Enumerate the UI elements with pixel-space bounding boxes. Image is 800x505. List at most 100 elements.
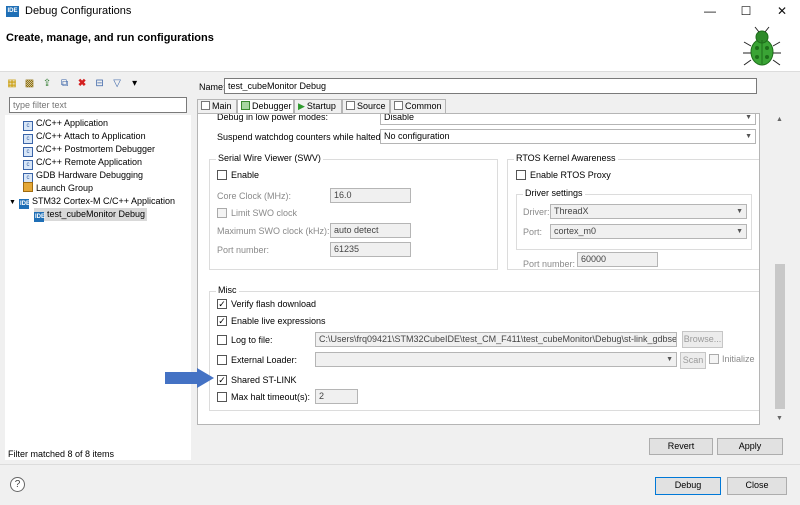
scrollbar-thumb[interactable] (775, 264, 785, 409)
swv-port-label: Port number: (217, 245, 270, 255)
shared-stlink-label: Shared ST-LINK (231, 375, 297, 385)
config-toolbar: ▦ ▩ ⇪ ⧉ ✖ ⊟ ▽ ▾ (6, 78, 144, 92)
tree-item[interactable]: Launch Group (23, 182, 93, 195)
main-tab-icon (201, 101, 210, 110)
log-to-file-checkbox[interactable] (217, 335, 227, 345)
name-label: Name: (199, 82, 226, 92)
debug-low-power-select[interactable]: Disable ▼ (380, 114, 756, 125)
swv-enable-checkbox[interactable] (217, 170, 227, 180)
max-halt-field[interactable]: 2 (315, 389, 358, 404)
driver-select[interactable]: ThreadX ▼ (550, 204, 747, 219)
help-icon[interactable]: ? (10, 477, 25, 492)
driver-settings-group: Driver settings (516, 188, 752, 250)
chevron-down-icon[interactable]: ▼ (9, 199, 16, 206)
chevron-down-icon: ▼ (745, 114, 752, 121)
tab-startup[interactable]: ▶ Startup (294, 99, 342, 114)
shared-stlink-checkbox[interactable]: ✓ (217, 375, 227, 385)
apply-button[interactable]: Apply (717, 438, 783, 455)
swv-enable-label: Enable (231, 170, 260, 180)
log-to-file-label: Log to file: (231, 335, 273, 345)
rtos-port-number-label: Port number: (523, 259, 576, 269)
limit-swo-checkbox[interactable] (217, 208, 227, 218)
max-swo-label: Maximum SWO clock (kHz): (217, 226, 330, 236)
external-loader-select[interactable]: ▼ (315, 352, 677, 367)
collapse-all-icon[interactable]: ⊟ (94, 78, 106, 90)
ide-icon: IDE (18, 199, 30, 209)
close-icon[interactable]: ✕ (772, 2, 792, 20)
driver-label: Driver: (523, 207, 550, 217)
live-expressions-label: Enable live expressions (231, 316, 326, 326)
filter-icon[interactable]: ▽ (111, 78, 123, 90)
tree-item[interactable]: c C/C++ Attach to Application (23, 130, 146, 144)
close-button[interactable]: Close (727, 477, 787, 495)
max-halt-label: Max halt timeout(s): (231, 392, 311, 402)
log-path-field[interactable]: C:\Users\frq09421\STM32CubeIDE\test_CM_F… (315, 332, 677, 347)
debug-button[interactable]: Debug (655, 477, 721, 495)
rtos-port-number-field[interactable]: 60000 (577, 252, 658, 267)
rtos-group-title: RTOS Kernel Awareness (514, 153, 618, 163)
dialog-header: Create, manage, and run configurations (0, 24, 800, 72)
tab-debugger[interactable]: Debugger (237, 99, 294, 114)
tree-item-selected[interactable]: IDE test_cubeMonitor Debug (34, 208, 148, 222)
tab-common[interactable]: Common (390, 99, 446, 114)
chevron-down-icon[interactable]: ▾ (129, 78, 141, 90)
rtos-enable-checkbox[interactable] (516, 170, 526, 180)
chevron-down-icon[interactable]: ▼ (776, 415, 783, 422)
tree-item[interactable]: ▼ IDE STM32 Cortex-M C/C++ Application (9, 195, 175, 209)
source-tab-icon (346, 101, 355, 110)
tab-source[interactable]: Source (342, 99, 390, 114)
new-config-icon[interactable]: ▦ (6, 78, 18, 90)
chevron-down-icon: ▼ (745, 133, 752, 140)
chevron-down-icon: ▼ (736, 228, 743, 235)
duplicate-icon[interactable]: ⧉ (59, 78, 71, 90)
filter-status: Filter matched 8 of 8 items (8, 449, 115, 459)
chevron-up-icon[interactable]: ▲ (776, 116, 783, 123)
maximize-icon[interactable]: ☐ (736, 2, 756, 20)
core-clock-field[interactable]: 16.0 (330, 188, 411, 203)
chevron-down-icon: ▼ (736, 208, 743, 215)
revert-button[interactable]: Revert (649, 438, 713, 455)
export-icon[interactable]: ⇪ (41, 78, 53, 90)
delete-icon[interactable]: ✖ (76, 78, 88, 90)
swv-group-title: Serial Wire Viewer (SWV) (216, 153, 323, 163)
browse-button[interactable]: Browse... (682, 331, 723, 348)
common-tab-icon (394, 101, 403, 110)
limit-swo-label: Limit SWO clock (231, 208, 298, 218)
initialize-checkbox[interactable] (709, 354, 719, 364)
tree-item[interactable]: c C/C++ Remote Application (23, 156, 142, 170)
tree-item[interactable]: c C/C++ Postmortem Debugger (23, 143, 155, 157)
tree-item[interactable]: c GDB Hardware Debugging (23, 169, 143, 183)
config-tree: c C/C++ Application c C/C++ Attach to Appl… (5, 115, 191, 460)
max-halt-checkbox[interactable] (217, 392, 227, 402)
rtos-enable-label: Enable RTOS Proxy (530, 170, 611, 180)
debug-low-power-label: Debug in low power modes: (217, 113, 329, 122)
core-clock-label: Core Clock (MHz): (217, 191, 292, 201)
filter-input[interactable] (9, 97, 187, 113)
ide-app-icon: IDE (6, 6, 19, 17)
port-select[interactable]: cortex_m0 ▼ (550, 224, 747, 239)
external-loader-checkbox[interactable] (217, 355, 227, 365)
max-swo-field[interactable]: auto detect (330, 223, 411, 238)
verify-flash-checkbox[interactable]: ✓ (217, 299, 227, 309)
live-expressions-checkbox[interactable]: ✓ (217, 316, 227, 326)
startup-tab-icon: ▶ (298, 101, 305, 111)
suspend-watchdog-label: Suspend watchdog counters while halted: (217, 132, 384, 142)
title-bar: IDE Debug Configurations — ☐ ✕ (0, 0, 800, 24)
minimize-icon[interactable]: — (700, 2, 720, 20)
annotation-arrow (165, 368, 214, 388)
driver-settings-title: Driver settings (523, 188, 585, 198)
tree-item[interactable]: c C/C++ Application (23, 117, 108, 131)
new-prototype-icon[interactable]: ▩ (24, 78, 36, 90)
bug-icon (743, 26, 781, 66)
suspend-watchdog-select[interactable]: No configuration ▼ (380, 129, 756, 144)
name-input[interactable] (224, 78, 757, 94)
external-loader-label: External Loader: (231, 355, 298, 365)
verify-flash-label: Verify flash download (231, 299, 317, 309)
scan-button[interactable]: Scan (680, 352, 706, 369)
tab-main[interactable]: Main (197, 99, 237, 114)
port-label: Port: (523, 227, 543, 237)
swv-port-field[interactable]: 61235 (330, 242, 411, 257)
header-text: Create, manage, and run configurations (6, 32, 214, 44)
initialize-label: Initialize (722, 354, 755, 364)
misc-group-title: Misc (216, 285, 239, 295)
